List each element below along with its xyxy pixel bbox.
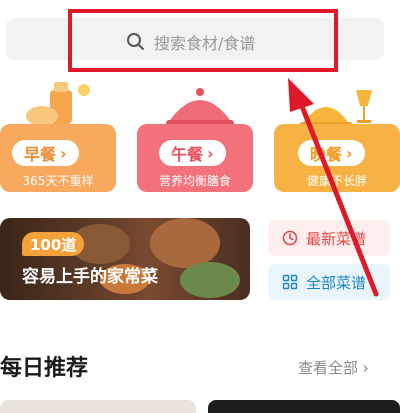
daily-recommend-title: 每日推荐 [0, 356, 89, 381]
latest-recipes-label: 最新菜谱 [306, 229, 367, 248]
lunch-card[interactable]: 午餐 › 营养均衡膳食 [137, 124, 253, 192]
chevron-right-icon: › [362, 359, 369, 377]
highlight-box [68, 9, 338, 72]
dinner-label: 晚餐 [310, 145, 343, 164]
home-cooking-banner[interactable] [0, 218, 250, 300]
dinner-illustration-icon [300, 90, 372, 127]
view-all-link[interactable]: 查看全部 › [298, 357, 369, 378]
breakfast-subtitle: 365天不重样 [22, 174, 94, 188]
recommend-card[interactable] [0, 400, 196, 413]
grid-icon [282, 274, 298, 290]
clock-icon [282, 230, 298, 246]
breakfast-illustration-icon [26, 82, 90, 126]
lunch-button[interactable]: 午餐 › [159, 140, 226, 166]
dinner-subtitle: 健康不长胖 [306, 174, 367, 188]
dinner-button[interactable]: 晚餐 › [298, 140, 365, 166]
breakfast-label: 早餐 [24, 145, 57, 164]
view-all-label: 查看全部 [298, 359, 359, 377]
breakfast-card[interactable]: 早餐 › 365天不重样 [0, 124, 116, 192]
chevron-right-icon: › [60, 143, 67, 163]
lunch-subtitle: 营养均衡膳食 [158, 174, 231, 188]
chevron-right-icon: › [346, 143, 353, 163]
dinner-card[interactable]: 晚餐 › 健康不长胖 [274, 124, 400, 192]
banner-title: 容易上手的家常菜 [22, 267, 158, 287]
latest-recipes-button[interactable]: 最新菜谱 [268, 220, 390, 256]
recommend-card[interactable] [208, 400, 400, 413]
banner-tag: 100道 [22, 232, 85, 256]
lunch-label: 午餐 [171, 145, 204, 164]
all-recipes-button[interactable]: 全部菜谱 [268, 264, 390, 300]
lunch-illustration-icon [166, 88, 234, 126]
chevron-right-icon: › [207, 143, 214, 163]
breakfast-button[interactable]: 早餐 › [12, 140, 79, 166]
all-recipes-label: 全部菜谱 [306, 273, 367, 292]
